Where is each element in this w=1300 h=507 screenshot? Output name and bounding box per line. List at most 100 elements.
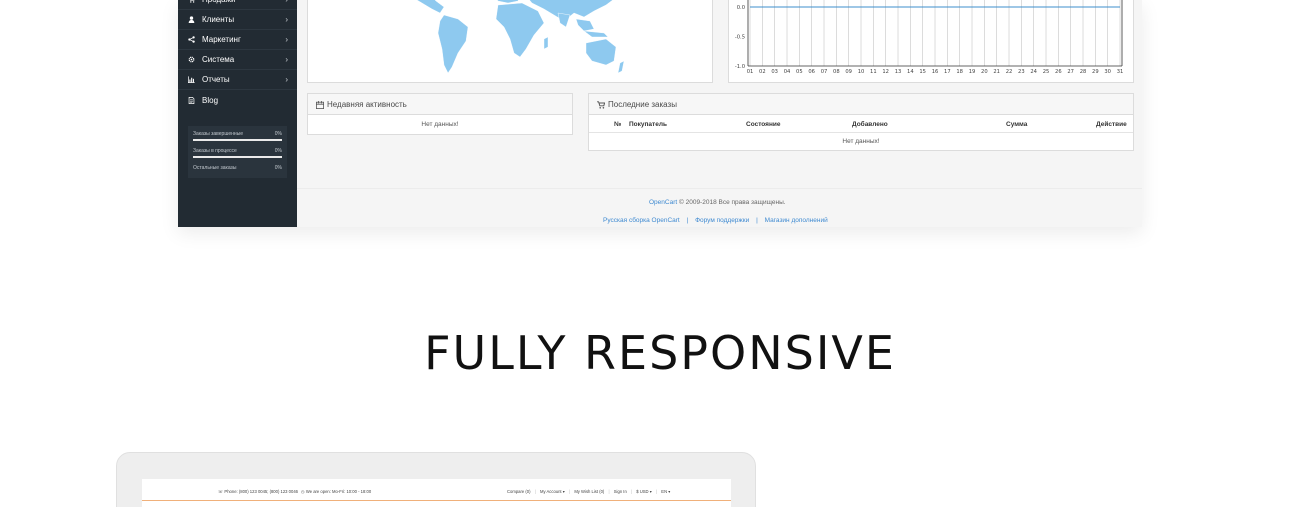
cart-icon — [597, 101, 605, 109]
map-region-south-america — [437, 14, 469, 74]
world-map-panel — [307, 0, 713, 83]
column-header-customer[interactable]: Покупатель — [629, 121, 667, 128]
mockup-nav-wishlist[interactable]: My Wish List (0) — [574, 489, 604, 494]
stat-label: Остальные заказы — [193, 165, 237, 171]
chart-x-tick-label: 15 — [919, 69, 926, 75]
chart-x-tick-label: 29 — [1092, 69, 1099, 75]
stat-value: 0% — [274, 131, 282, 137]
share-icon — [188, 36, 195, 43]
gear-icon — [188, 56, 195, 63]
chart-x-tick-label: 27 — [1067, 69, 1074, 75]
column-header-total[interactable]: Сумма — [1006, 121, 1027, 128]
order-stats-box: Заказы завершенные 0% Заказы в процессе … — [188, 126, 287, 178]
chart-x-tick-label: 08 — [833, 69, 840, 75]
section-headline: FULLY RESPONSIVE — [424, 326, 896, 380]
footer-brand-link[interactable]: OpenCart — [649, 199, 677, 206]
sidebar-item-marketing[interactable]: Маркетинг › — [178, 30, 297, 50]
sidebar-item-label: Система — [202, 55, 235, 64]
chart-x-tick-label: 10 — [858, 69, 865, 75]
mockup-hours: ◷ We are open: Mo-Fri: 10:00 - 18:00 — [301, 489, 371, 494]
chevron-right-icon: › — [285, 15, 288, 24]
cart-icon — [189, 0, 195, 3]
sidebar-item-customers[interactable]: Клиенты › — [178, 10, 297, 30]
recent-activity-panel: Недавняя активность Нет данных! — [307, 93, 573, 135]
sidebar-item-label: Маркетинг — [202, 35, 241, 44]
map-region-europe — [497, 0, 519, 4]
mockup-nav-compare[interactable]: Compare (0) — [507, 489, 531, 494]
chart-x-tick-label: 23 — [1018, 69, 1025, 75]
panel-title: Последние заказы — [608, 100, 677, 109]
document-icon — [188, 97, 195, 104]
map-region-north-america — [416, 0, 445, 14]
sidebar: Продажи › Клиенты › Маркетинг › Система … — [178, 0, 297, 227]
chevron-right-icon: › — [285, 55, 288, 64]
footer-copyright: OpenCart © 2009-2018 Все права защищены. — [649, 199, 786, 206]
stat-value: 0% — [274, 165, 282, 171]
column-header-action[interactable]: Действие — [1096, 121, 1127, 128]
mockup-nav-account[interactable]: My Account ▾ — [540, 489, 565, 494]
user-icon — [188, 16, 195, 23]
sidebar-item-system[interactable]: Система › — [178, 50, 297, 70]
chart-x-tick-label: 19 — [969, 69, 976, 75]
chart-x-tick-label: 02 — [759, 69, 766, 75]
chart-x-tick-label: 13 — [895, 69, 902, 75]
chart-x-tick-label: 18 — [956, 69, 963, 75]
chart-y-tick-label: -0.5 — [735, 35, 745, 41]
mockup-phone: ☏ Phone: (800) 123 0045; (800) 123 0046 — [218, 489, 298, 494]
sidebar-item-label: Отчеты — [202, 75, 230, 84]
stat-label: Заказы завершенные — [193, 131, 244, 137]
chart-x-tick-label: 31 — [1117, 69, 1124, 75]
chart-x-tick-label: 06 — [808, 69, 815, 75]
column-header-date-added[interactable]: Добавлено — [852, 121, 888, 128]
chart-x-tick-label: 12 — [882, 69, 889, 75]
admin-dashboard: Продажи › Клиенты › Маркетинг › Система … — [178, 0, 1142, 227]
world-map — [416, 0, 625, 74]
chart-x-tick-label: 01 — [747, 69, 754, 75]
chart-x-tick-label: 30 — [1104, 69, 1111, 75]
mockup-nav-currency[interactable]: $ USD ▾ — [636, 489, 652, 494]
copyright-text: © 2009-2018 Все права защищены. — [679, 199, 786, 206]
footer-link-russian-build[interactable]: Русская сборка OpenCart — [603, 217, 680, 224]
mockup-nav-sign-in[interactable]: Sign In — [614, 489, 627, 494]
calendar-icon — [316, 101, 324, 109]
chevron-right-icon: › — [285, 75, 288, 84]
mockup-nav-language[interactable]: EN ▾ — [661, 489, 670, 494]
chart-x-tick-label: 24 — [1030, 69, 1037, 75]
footer-links: Русская сборка OpenCart | Форум поддержк… — [603, 217, 828, 224]
chart-x-tick-label: 16 — [932, 69, 939, 75]
column-header-number[interactable]: № — [614, 121, 621, 128]
column-header-status[interactable]: Состояние — [746, 121, 781, 128]
chart-x-tick-label: 20 — [981, 69, 988, 75]
chart-x-tick-label: 03 — [771, 69, 778, 75]
sidebar-item-blog[interactable]: Blog — [178, 91, 297, 111]
map-region-madagascar — [543, 36, 549, 50]
chart-x-tick-label: 26 — [1055, 69, 1062, 75]
footer-link-support-forum[interactable]: Форум поддержки — [695, 217, 749, 224]
chart-x-tick-label: 07 — [821, 69, 828, 75]
footer-separator: | — [686, 217, 689, 224]
chevron-right-icon: › — [285, 0, 288, 10]
recent-activity-header: Недавняя активность — [308, 94, 572, 115]
stat-label: Заказы в процессе — [193, 148, 237, 154]
map-region-australia — [585, 38, 617, 66]
panel-title: Недавняя активность — [327, 100, 407, 109]
sidebar-item-label: Blog — [202, 96, 219, 105]
bar-chart-icon — [188, 76, 195, 83]
phone-text: Phone: (800) 123 0045; (800) 123 0046 — [224, 489, 298, 494]
chart-y-tick-label: 0.0 — [737, 5, 745, 11]
chart-x-tick-label: 25 — [1043, 69, 1050, 75]
empty-message: Нет данных! — [842, 138, 880, 145]
footer-link-extension-store[interactable]: Магазин дополнений — [765, 217, 828, 224]
hours-text: We are open: Mo-Fri: 10:00 - 18:00 — [305, 489, 372, 494]
map-region-indonesia — [583, 30, 609, 38]
table-divider — [589, 132, 1133, 133]
latest-orders-panel: Последние заказы № Покупатель Состояние … — [588, 93, 1134, 151]
sidebar-item-reports[interactable]: Отчеты › — [178, 70, 297, 90]
sales-chart-panel: 0.0 -0.5 -1.0 01 02 03 04 05 06 07 08 09 10 11 12 13 14 1… — [728, 0, 1134, 83]
chart-x-tick-label: 05 — [796, 69, 803, 75]
chart-x-tick-label: 21 — [993, 69, 1000, 75]
map-region-new-zealand — [617, 60, 625, 74]
map-region-south-asia — [557, 12, 595, 32]
chart-x-tick-label: 09 — [845, 69, 852, 75]
sidebar-item-sales[interactable]: Продажи › — [178, 0, 297, 10]
